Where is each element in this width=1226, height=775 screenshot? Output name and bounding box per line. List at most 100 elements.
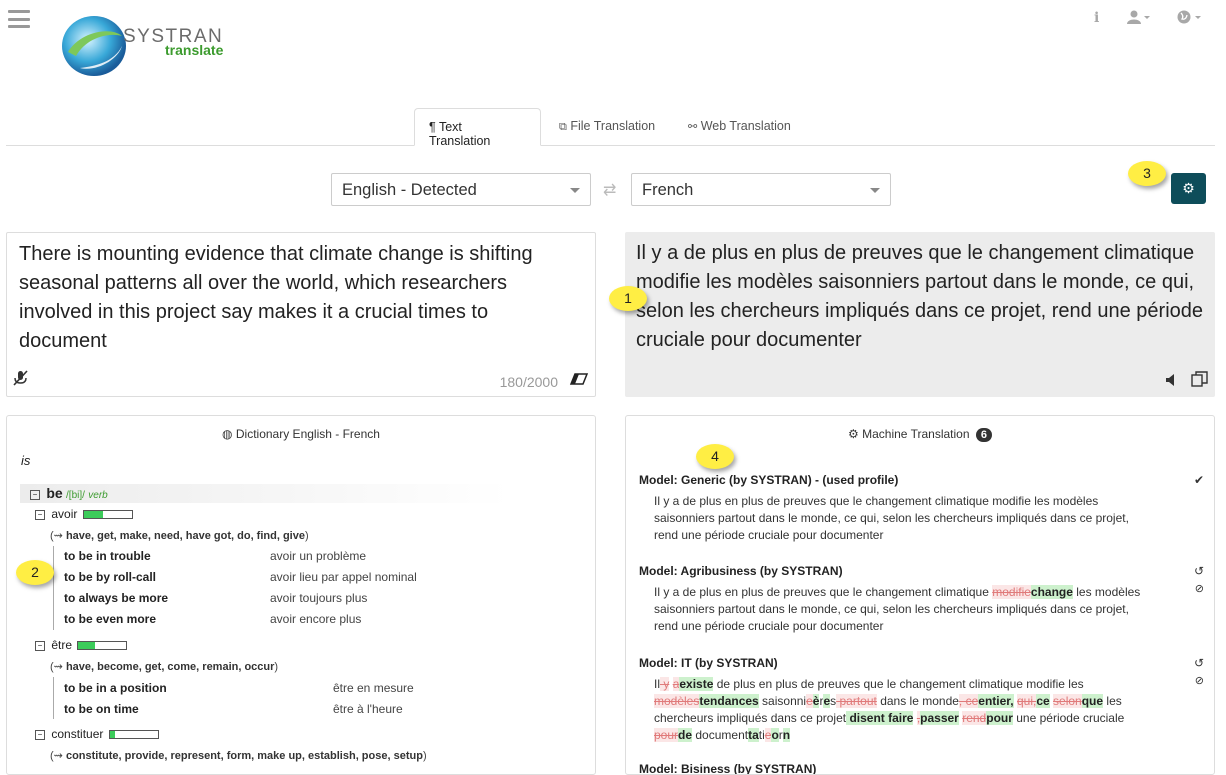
deleted-word: partout (836, 694, 877, 708)
inserted-word: passer (920, 711, 959, 725)
phrase-guide (53, 677, 54, 719)
phrase-en[interactable]: to be in a position (64, 681, 167, 695)
phrase-guide (53, 546, 54, 630)
undo-icon[interactable]: ↺ (1194, 656, 1204, 670)
deleted-word: qui, (1016, 694, 1037, 708)
deleted-word: rend (962, 711, 987, 725)
inserted-word: pour (986, 711, 1013, 725)
phrase-fr: avoir toujours plus (270, 591, 368, 605)
tab-file-translation[interactable]: ⧉ File Translation (545, 108, 669, 146)
sense-etre[interactable]: − être (35, 638, 128, 652)
tab-web-translation[interactable]: ⚯ Web Translation (674, 108, 805, 146)
model-agribusiness[interactable]: Model: Agribusiness (by SYSTRAN) (639, 564, 843, 578)
phrase-en[interactable]: to be even more (64, 612, 156, 626)
info-icon[interactable]: i (1094, 10, 1099, 26)
link-icon: ⚯ (688, 121, 698, 133)
inserted-word: de (678, 728, 693, 742)
model-agribusiness-text: Il y a de plus en plus de preuves que le… (654, 585, 1141, 633)
headword: be (46, 485, 63, 501)
settings-button[interactable]: ⚙ (1171, 173, 1206, 204)
deleted-word: modifie (992, 585, 1031, 599)
headword-line[interactable]: − be /[bi]/ verb (30, 485, 108, 501)
inserted-word: change (1030, 585, 1073, 599)
dictionary-title: ◍ Dictionary English - French (222, 427, 380, 441)
toggle-collapse-icon[interactable]: − (35, 729, 45, 740)
speaker-icon[interactable] (1166, 373, 1178, 391)
model-business[interactable]: Model: Bisiness (by SYSTRAN) (639, 762, 816, 774)
microphone-off-icon[interactable] (12, 370, 28, 390)
source-language-value: English - Detected (342, 181, 477, 199)
callout-3: 3 (1128, 161, 1166, 186)
inserted-word: o (771, 728, 779, 742)
target-text[interactable]: Il y a de plus en plus de preuves que le… (636, 239, 1211, 355)
inserted-word: ce (1036, 694, 1050, 708)
tab-text-translation[interactable]: ¶ Text Translation (414, 108, 541, 148)
phrase-en[interactable]: to be in trouble (64, 549, 151, 563)
toggle-collapse-icon[interactable]: − (35, 509, 45, 520)
eraser-icon[interactable] (569, 372, 589, 390)
sense-label: être (51, 638, 73, 652)
sense-label: avoir (51, 507, 78, 521)
callout-4: 4 (696, 444, 734, 469)
globe-icon[interactable] (1177, 10, 1203, 27)
toggle-collapse-icon[interactable]: − (30, 489, 40, 500)
frequency-bar (82, 510, 133, 520)
synonyms-constituer: (⇝ constitute, provide, represent, form,… (50, 750, 427, 762)
sense-constituer[interactable]: − constituer (35, 727, 159, 741)
text-segment: de plus en plus de preuves que le change… (713, 677, 1084, 691)
swap-languages-icon[interactable]: ⇄ (603, 180, 616, 200)
gear-icon: ⚙ (848, 427, 859, 441)
logo-swirl (62, 16, 126, 76)
target-language-select[interactable]: French (631, 173, 891, 206)
mt-count-badge: 6 (975, 428, 992, 442)
model-it-text: Il y aexiste de plus en plus de preuves … (654, 676, 1149, 744)
dictionary-query: is (21, 453, 31, 468)
source-text-area[interactable]: There is mounting evidence that climate … (6, 232, 596, 397)
file-icon: ⧉ (559, 121, 567, 133)
target-text-area: Il y a de plus en plus de preuves que le… (625, 232, 1215, 397)
undo-icon[interactable]: ↺ (1194, 564, 1204, 578)
synonyms-etre: (⇝ have, become, get, come, remain, occu… (50, 661, 279, 673)
callout-1: 1 (609, 286, 647, 311)
character-counter: 180/2000 (499, 374, 558, 390)
eye-slash-icon[interactable]: ⊘ (1195, 582, 1204, 595)
phrase-en[interactable]: to always be more (64, 591, 168, 605)
menu-icon[interactable] (8, 10, 30, 28)
source-language-select[interactable]: English - Detected (331, 173, 591, 206)
inserted-word: n (782, 728, 791, 742)
synonyms-arrow-icon: ⇝ (53, 661, 63, 673)
deleted-word: y (660, 677, 670, 691)
model-it[interactable]: Model: IT (by SYSTRAN) (639, 656, 778, 670)
frequency-bar (77, 641, 128, 651)
source-text[interactable]: There is mounting evidence that climate … (19, 240, 579, 356)
text-segment: saisonni (758, 694, 807, 708)
phrase-fr: être en mesure (333, 681, 414, 695)
gear-icon: ⚙ (1182, 180, 1195, 196)
phrase-fr: avoir encore plus (270, 612, 362, 626)
chevron-down-icon (870, 188, 880, 193)
tab-web-label: Web Translation (700, 119, 791, 133)
machine-translation-panel: ⚙ Machine Translation 6 Model: Generic (… (625, 415, 1215, 775)
mt-title: ⚙ Machine Translation 6 (626, 427, 1214, 442)
sense-avoir[interactable]: − avoir (35, 507, 133, 521)
text-segment: une période cruciale (1012, 711, 1125, 725)
inserted-word: tendances (699, 694, 759, 708)
synonyms-arrow-icon: ⇝ (53, 750, 63, 762)
eye-slash-icon[interactable]: ⊘ (1195, 674, 1204, 687)
model-generic[interactable]: Model: Generic (by SYSTRAN) - (used prof… (639, 473, 898, 487)
copy-icon[interactable] (1191, 371, 1209, 391)
toggle-collapse-icon[interactable]: − (35, 640, 45, 651)
sense-label: constituer (51, 727, 104, 741)
phrase-fr: avoir un problème (270, 549, 367, 563)
target-language-value: French (642, 181, 694, 199)
callout-2: 2 (16, 560, 54, 585)
deleted-word: selon (1053, 694, 1082, 708)
chevron-down-icon (570, 188, 580, 193)
inserted-word: existe (679, 677, 714, 691)
pronunciation: /[bi]/ (66, 490, 85, 501)
part-of-speech: verb (88, 490, 108, 501)
user-icon[interactable] (1127, 10, 1151, 27)
phrase-en[interactable]: to be on time (64, 702, 139, 716)
phrase-fr: avoir lieu par appel nominal (270, 570, 417, 584)
phrase-en[interactable]: to be by roll-call (64, 570, 156, 584)
